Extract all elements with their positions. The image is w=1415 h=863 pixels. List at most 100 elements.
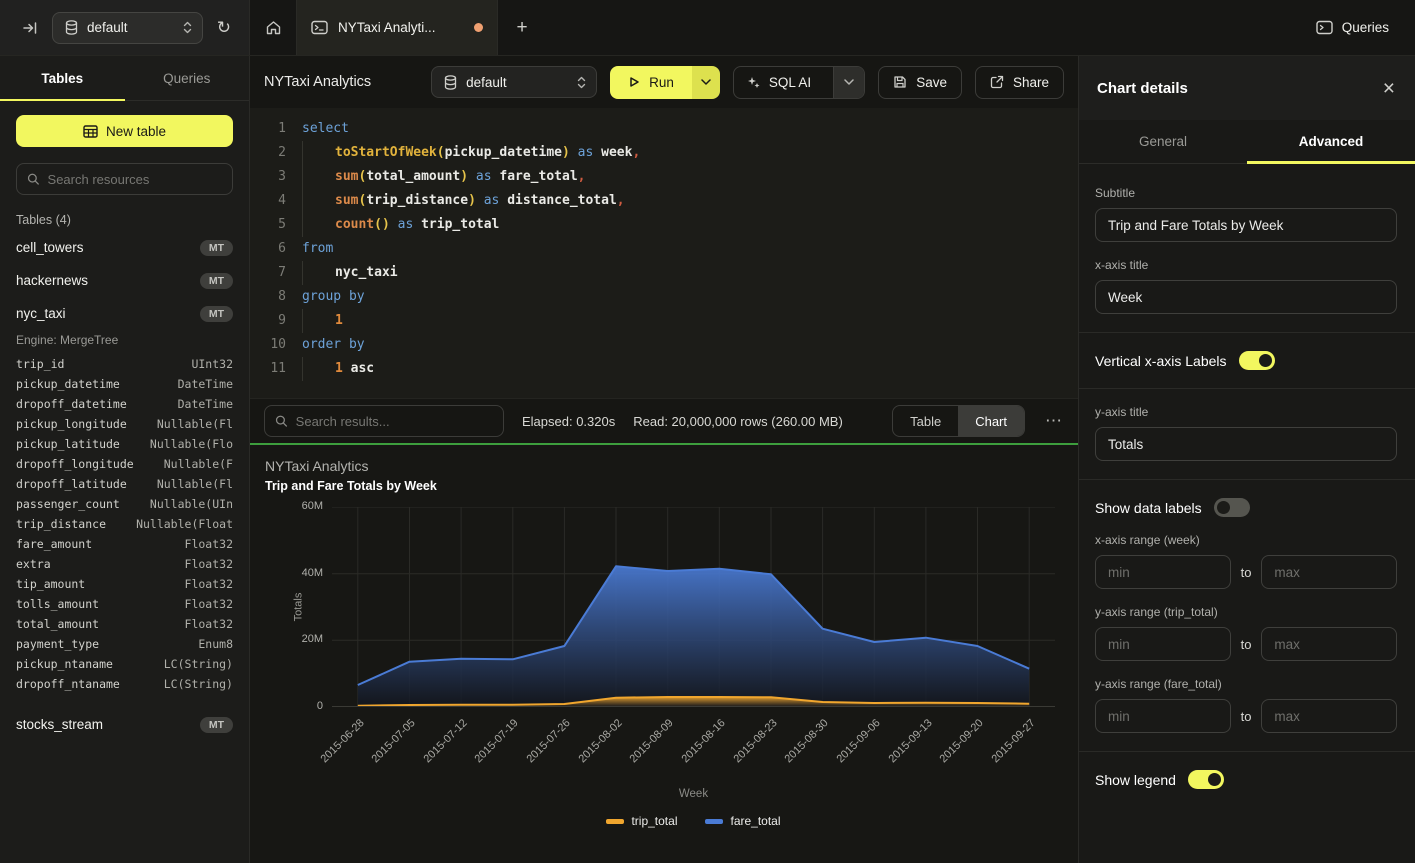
code-token: total_amount xyxy=(366,169,460,184)
table-row[interactable]: nyc_taxiMT xyxy=(16,297,233,330)
query-database-selector[interactable]: default xyxy=(431,66,597,98)
query-database-selector-value: default xyxy=(466,75,568,90)
queries-icon xyxy=(1316,20,1333,35)
chart-details-panel: Chart details × General Advanced Subtitl… xyxy=(1078,56,1415,863)
tab-nytaxi-analytics[interactable]: NYTaxi Analyti... xyxy=(296,0,498,55)
code-line: 2toStartOfWeek(pickup_datetime) as week, xyxy=(260,141,1078,165)
column-row: fare_amountFloat32 xyxy=(16,534,233,554)
share-icon xyxy=(990,75,1004,89)
yaxis-title-input[interactable] xyxy=(1095,427,1397,461)
legend-item[interactable]: trip_total xyxy=(606,814,677,828)
new-tab-button[interactable]: + xyxy=(498,0,546,55)
xaxis-title-input[interactable] xyxy=(1095,280,1397,314)
query-title: NYTaxi Analytics xyxy=(264,74,371,90)
table-row[interactable]: cell_towersMT xyxy=(16,231,233,264)
table-name: hackernews xyxy=(16,273,88,288)
xaxis-range-max-input[interactable] xyxy=(1261,555,1397,589)
column-type: Enum8 xyxy=(198,634,233,654)
sidebar-tab-queries[interactable]: Queries xyxy=(125,56,250,100)
sql-ai-options-button[interactable] xyxy=(833,67,864,98)
column-type: Float32 xyxy=(185,534,233,554)
results-search-input[interactable] xyxy=(296,414,493,429)
database-selector[interactable]: default xyxy=(52,12,203,44)
share-label: Share xyxy=(1013,75,1049,90)
search-icon xyxy=(27,172,40,186)
queries-button[interactable]: Queries xyxy=(1316,20,1389,35)
subtitle-input[interactable] xyxy=(1095,208,1397,242)
code-token xyxy=(343,361,351,376)
share-button[interactable]: Share xyxy=(975,66,1064,99)
yaxis-range-fare-min-input[interactable] xyxy=(1095,699,1231,733)
run-button[interactable]: Run xyxy=(610,66,692,99)
code-token: ( xyxy=(437,145,445,160)
yaxis-range-trip-min-input[interactable] xyxy=(1095,627,1231,661)
topbar-left: default ↻ xyxy=(0,0,250,55)
save-button[interactable]: Save xyxy=(878,66,962,99)
code-token: as xyxy=(484,193,500,208)
xaxis-range-min-input[interactable] xyxy=(1095,555,1231,589)
view-toggle-chart[interactable]: Chart xyxy=(958,406,1024,436)
home-button[interactable] xyxy=(250,0,296,55)
tab-advanced[interactable]: Advanced xyxy=(1247,120,1415,163)
column-type: DateTime xyxy=(178,374,233,394)
code-token xyxy=(570,145,578,160)
yaxis-range-trip-max-input[interactable] xyxy=(1261,627,1397,661)
resource-search-input[interactable] xyxy=(48,172,222,187)
divider xyxy=(1079,388,1415,389)
column-name: extra xyxy=(16,554,51,574)
table-row[interactable]: hackernews MT xyxy=(16,264,233,297)
code-token: , xyxy=(632,145,640,160)
xaxis-title-field-label: x-axis title xyxy=(1095,258,1397,272)
y-axis-title: Totals xyxy=(292,593,304,622)
yaxis-range-fare-max-input[interactable] xyxy=(1261,699,1397,733)
sql-editor[interactable]: 1select2toStartOfWeek(pickup_datetime) a… xyxy=(250,108,1078,398)
chart-details-title: Chart details xyxy=(1097,80,1188,97)
chart-plot-area: Totals 020M40M60M 2015-06-282015-07-0520… xyxy=(332,507,1055,707)
column-type: Nullable(Float xyxy=(136,514,233,534)
toggle-knob xyxy=(1217,501,1230,514)
new-table-button[interactable]: New table xyxy=(16,115,233,147)
save-icon xyxy=(893,75,907,89)
table-name: stocks_stream xyxy=(16,717,103,732)
sidebar-tab-tables[interactable]: Tables xyxy=(0,56,125,100)
tables-section-label: Tables (4) xyxy=(16,213,233,227)
column-type: Nullable(F xyxy=(164,454,233,474)
refresh-button[interactable]: ↻ xyxy=(213,15,235,40)
show-legend-toggle[interactable] xyxy=(1188,770,1224,789)
column-row: tip_amountFloat32 xyxy=(16,574,233,594)
code-token: from xyxy=(302,241,333,256)
divider xyxy=(1079,332,1415,333)
column-row: pickup_latitudeNullable(Flo xyxy=(16,434,233,454)
to-label: to xyxy=(1241,709,1252,724)
results-more-button[interactable]: ⋯ xyxy=(1043,411,1064,431)
legend-item[interactable]: fare_total xyxy=(705,814,780,828)
table-row[interactable]: stocks_streamMT xyxy=(16,708,233,741)
view-toggle-table[interactable]: Table xyxy=(893,406,958,436)
code-token xyxy=(468,169,476,184)
table-engine-badge: MT xyxy=(200,273,233,289)
indent-guide xyxy=(302,357,335,381)
x-tick-label: 2015-07-05 xyxy=(370,717,418,765)
chart-details-tabs: General Advanced xyxy=(1079,120,1415,164)
table-engine-badge: MT xyxy=(200,240,233,256)
collapse-sidebar-button[interactable] xyxy=(18,16,42,40)
show-data-labels-toggle[interactable] xyxy=(1214,498,1250,517)
x-axis-title: Week xyxy=(332,788,1055,800)
refresh-icon: ↻ xyxy=(217,19,231,36)
close-panel-button[interactable]: × xyxy=(1383,78,1395,99)
column-type: Nullable(Fl xyxy=(157,474,233,494)
run-options-button[interactable] xyxy=(692,66,720,99)
elapsed-time: Elapsed: 0.320s xyxy=(522,414,615,429)
sidebar-tabs: Tables Queries xyxy=(0,56,249,101)
x-tick-label: 2015-08-23 xyxy=(731,717,779,765)
sql-ai-button[interactable]: SQL AI xyxy=(734,67,824,98)
chevron-down-icon xyxy=(701,79,711,85)
code-line: 10order by xyxy=(260,333,1078,357)
code-token xyxy=(413,217,421,232)
x-tick-label: 2015-08-02 xyxy=(576,717,624,765)
close-icon: × xyxy=(1383,77,1395,100)
code-token: sum xyxy=(335,193,358,208)
indent-guide xyxy=(302,141,335,165)
tab-general[interactable]: General xyxy=(1079,120,1247,163)
vertical-xaxis-labels-toggle[interactable] xyxy=(1239,351,1275,370)
